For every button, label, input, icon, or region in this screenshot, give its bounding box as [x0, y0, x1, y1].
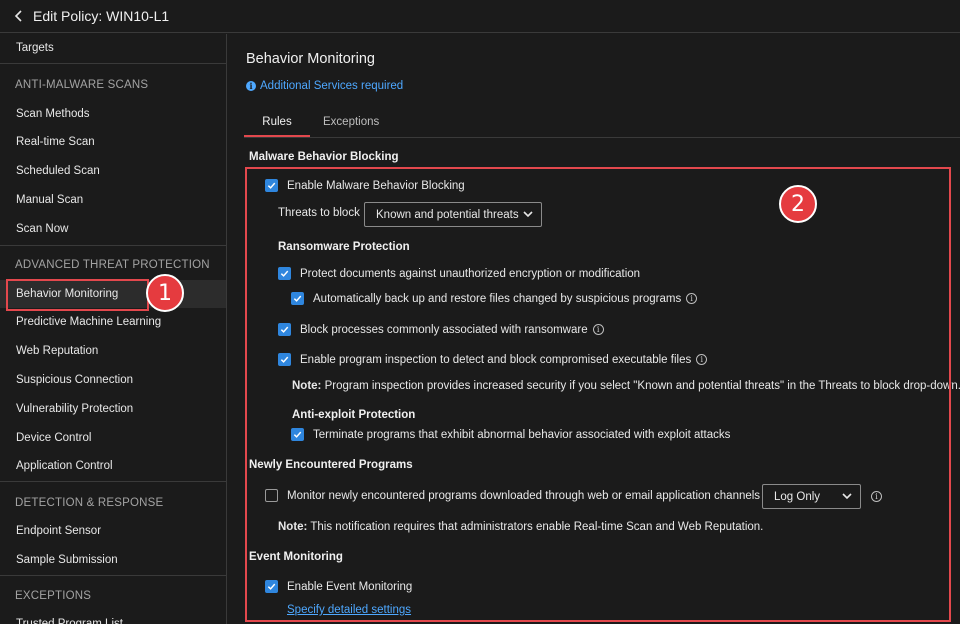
sidebar-item-trusted-program-list[interactable]: Trusted Program List	[0, 610, 226, 624]
sidebar-item-targets[interactable]: Targets	[0, 34, 226, 62]
header-bar: Edit Policy: WIN10-L1	[0, 0, 960, 33]
callout-badge-2: 2	[779, 185, 817, 223]
sidebar-divider	[0, 575, 226, 576]
callout-highlight-1	[6, 279, 149, 311]
sidebar-item-vulnerability-protection[interactable]: Vulnerability Protection	[0, 395, 226, 423]
additional-services-text: Additional Services required	[260, 80, 404, 92]
sidebar-item-scan-now[interactable]: Scan Now	[0, 215, 226, 243]
sidebar-item-suspicious-connection[interactable]: Suspicious Connection	[0, 366, 226, 394]
page-header-title: Edit Policy: WIN10-L1	[33, 8, 170, 24]
sidebar-item-predictive-ml[interactable]: Predictive Machine Learning	[0, 308, 226, 336]
sidebar-divider	[0, 245, 226, 246]
sidebar-item-application-control[interactable]: Application Control	[0, 452, 226, 480]
page-title: Behavior Monitoring	[246, 51, 375, 67]
sidebar-item-sample-submission[interactable]: Sample Submission	[0, 546, 226, 574]
sidebar-divider	[0, 481, 226, 482]
back-button[interactable]	[14, 10, 24, 22]
tab-rules[interactable]: Rules	[244, 112, 310, 137]
sidebar-item-scan-methods[interactable]: Scan Methods	[0, 100, 226, 128]
sidebar-item-scheduled-scan[interactable]: Scheduled Scan	[0, 157, 226, 185]
sidebar-section-exceptions: EXCEPTIONS	[15, 590, 92, 602]
tab-bar: Rules Exceptions	[244, 112, 379, 137]
callout-highlight-2	[245, 167, 951, 622]
sidebar-section-antimalware: ANTI-MALWARE SCANS	[15, 79, 149, 91]
sidebar: Targets ANTI-MALWARE SCANS Scan Methods …	[0, 34, 227, 624]
info-icon: i	[246, 81, 256, 91]
sidebar-item-device-control[interactable]: Device Control	[0, 424, 226, 452]
sidebar-section-detection: DETECTION & RESPONSE	[15, 497, 164, 509]
sidebar-divider	[0, 63, 226, 64]
sidebar-section-atp: ADVANCED THREAT PROTECTION	[15, 259, 210, 271]
sidebar-item-endpoint-sensor[interactable]: Endpoint Sensor	[0, 517, 226, 545]
tab-exceptions[interactable]: Exceptions	[323, 112, 379, 137]
callout-badge-1: 1	[146, 274, 184, 312]
section-title-malware-blocking: Malware Behavior Blocking	[249, 151, 399, 163]
sidebar-item-real-time-scan[interactable]: Real-time Scan	[0, 128, 226, 156]
sidebar-item-web-reputation[interactable]: Web Reputation	[0, 337, 226, 365]
additional-services-link[interactable]: i Additional Services required	[246, 80, 403, 92]
tab-divider	[244, 137, 960, 138]
sidebar-item-manual-scan[interactable]: Manual Scan	[0, 186, 226, 214]
chevron-left-icon	[14, 10, 22, 22]
